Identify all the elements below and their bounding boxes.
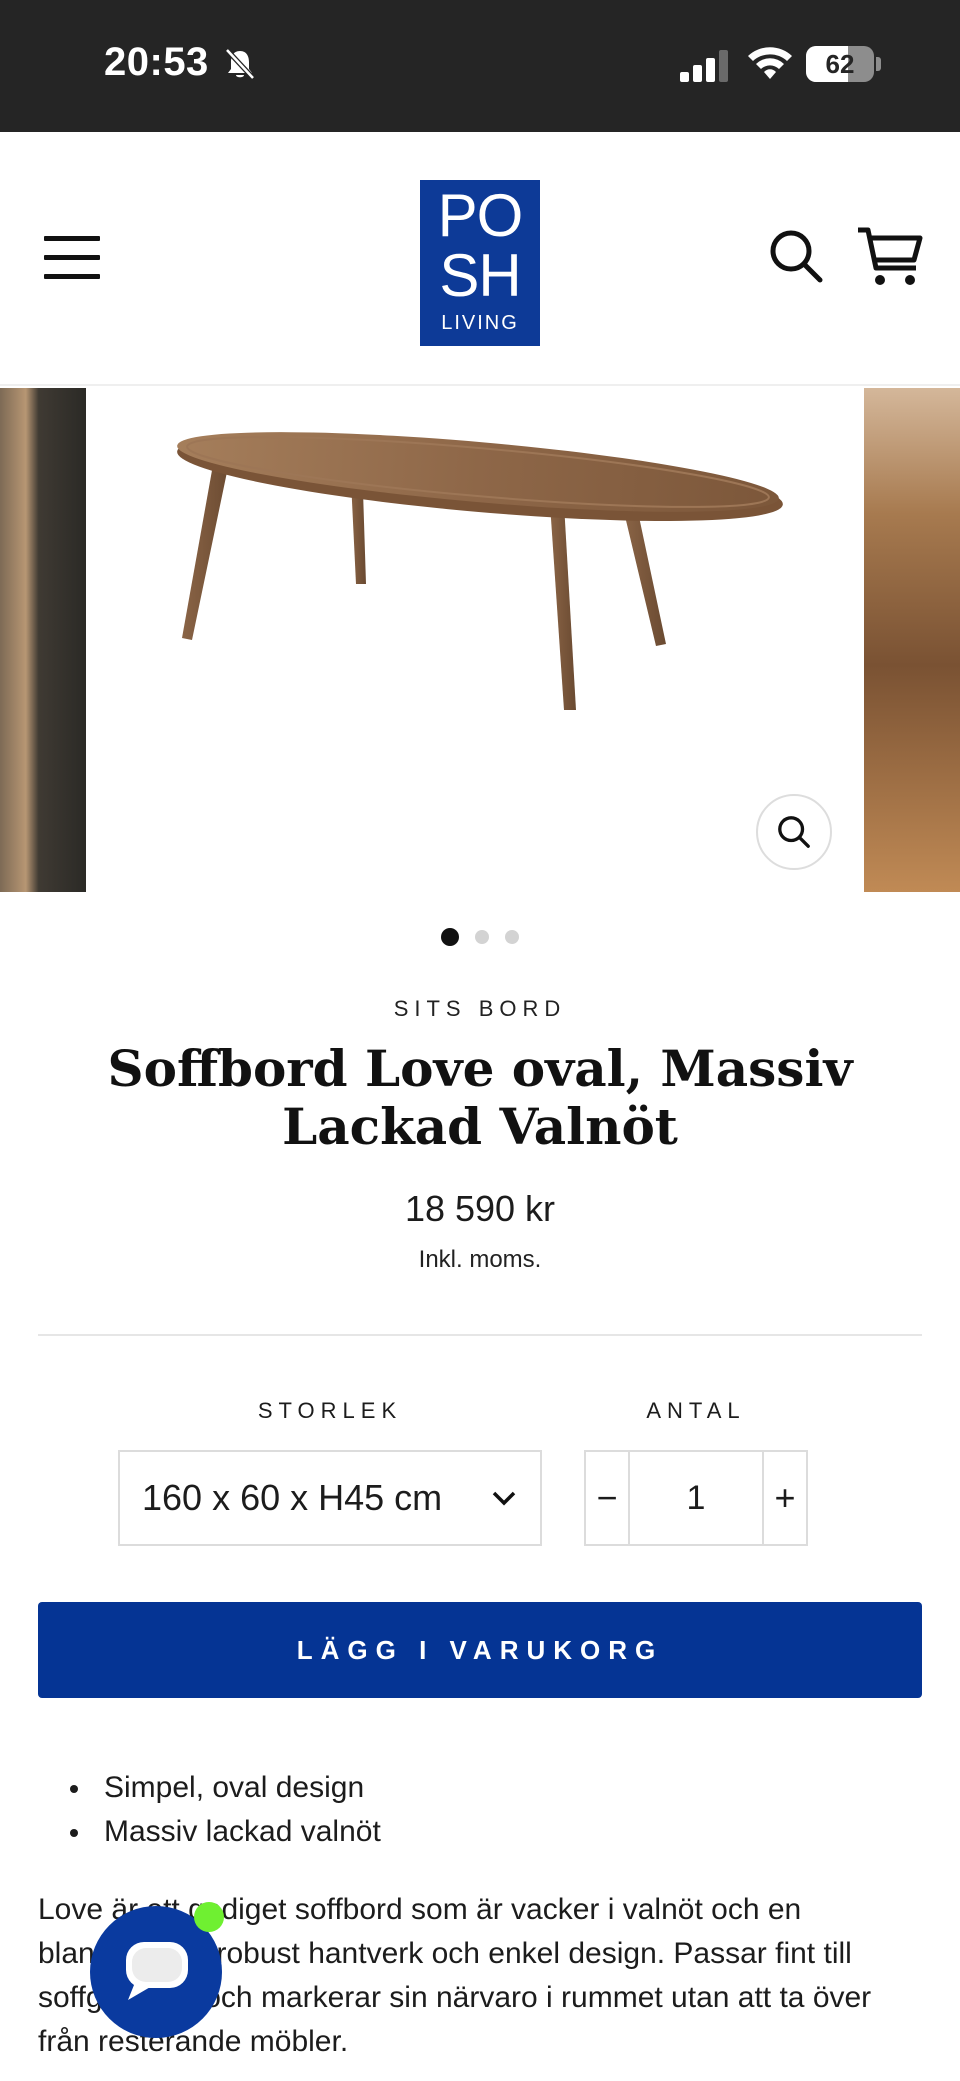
status-time: 20:53 <box>104 40 209 84</box>
wifi-icon <box>748 47 792 79</box>
cart-icon[interactable] <box>856 226 924 288</box>
quantity-label: ANTAL <box>646 1398 746 1423</box>
status-bar: 20:53 62 <box>0 0 960 132</box>
product-title: Soffbord Love oval, Massiv Lackad Valnöt <box>107 1039 853 1156</box>
feature-list: Simpel, oval design Massiv lackad valnöt <box>70 1766 924 1854</box>
gallery-slide-next[interactable] <box>864 388 960 892</box>
product-price: 18 590 kr <box>404 1188 556 1229</box>
bell-muted-icon <box>225 48 255 80</box>
feature-item: Massiv lackad valnöt <box>70 1810 924 1854</box>
product-vendor[interactable]: SITS BORD <box>0 996 960 1022</box>
gallery-slide-previous[interactable] <box>0 388 86 892</box>
battery-cap <box>876 57 881 71</box>
logo-line-1: PO <box>437 182 524 249</box>
gallery-dot-3[interactable] <box>505 930 519 944</box>
logo-line-2: SH <box>439 242 521 309</box>
site-header: PO SH LIVING <box>0 132 960 386</box>
search-icon[interactable] <box>768 228 824 284</box>
posh-living-logo[interactable]: PO SH LIVING <box>420 180 540 346</box>
divider <box>38 1334 922 1336</box>
zoom-icon[interactable] <box>756 794 832 870</box>
chevron-down-icon <box>492 1491 516 1506</box>
add-to-cart-button[interactable]: LÄGG I VARUKORG <box>38 1602 922 1698</box>
quantity-stepper: − + <box>584 1450 808 1546</box>
feature-item: Simpel, oval design <box>70 1766 924 1810</box>
coffee-table-image <box>177 432 783 710</box>
chat-online-indicator <box>194 1902 224 1932</box>
size-select[interactable]: 160 x 60 x H45 cm <box>118 1450 542 1546</box>
product-image-gallery[interactable] <box>0 388 960 892</box>
quantity-decrease-button[interactable]: − <box>586 1452 630 1544</box>
size-select-value: 160 x 60 x H45 cm <box>142 1477 443 1518</box>
gallery-dot-2[interactable] <box>475 930 489 944</box>
gallery-dot-1[interactable] <box>441 928 459 946</box>
tax-note: Inkl. moms. <box>418 1246 542 1273</box>
quantity-increase-button[interactable]: + <box>762 1452 806 1544</box>
hamburger-menu-icon[interactable] <box>44 236 100 280</box>
size-label: STORLEK <box>257 1398 403 1423</box>
gallery-slide-current[interactable] <box>86 388 864 892</box>
logo-line-3: LIVING <box>441 312 519 334</box>
battery-indicator: 62 <box>806 46 874 82</box>
chat-bubble-icon <box>126 1942 188 2000</box>
battery-percent: 62 <box>825 49 855 79</box>
quantity-input[interactable] <box>632 1452 760 1544</box>
cellular-signal-icon <box>680 50 728 82</box>
gallery-pagination <box>0 928 960 948</box>
